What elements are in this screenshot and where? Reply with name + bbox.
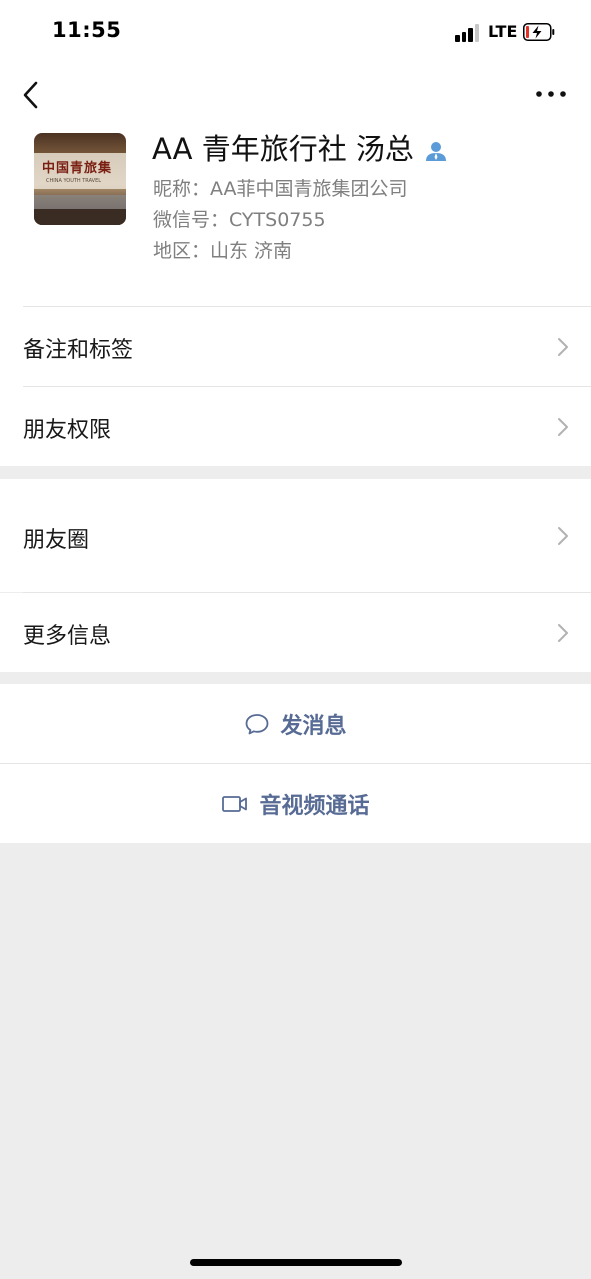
send-message-button[interactable]: 发消息 — [0, 684, 591, 763]
avatar-subcaption: CHINA YOUTH TRAVEL — [46, 178, 102, 184]
cellular-signal-icon — [455, 24, 483, 42]
region: 地区：山东 济南 — [153, 240, 293, 262]
nickname: 昵称：AA菲中国青旅集团公司 — [153, 178, 408, 200]
contact-name: AA 青年旅行社 汤总 — [152, 126, 448, 168]
moments-row[interactable]: 朋友圈 — [0, 479, 591, 592]
home-indicator[interactable] — [190, 1259, 402, 1266]
video-call-label: 音视频通话 — [259, 793, 370, 819]
send-message-label: 发消息 — [280, 713, 347, 739]
more-info-row[interactable]: 更多信息 — [0, 593, 591, 672]
chat-bubble-icon — [246, 713, 269, 734]
chevron-right-icon — [558, 527, 568, 545]
avatar-caption: 中国青旅集 — [42, 161, 113, 176]
back-chevron-icon[interactable] — [18, 80, 46, 110]
status-time: 11:55 — [52, 18, 122, 42]
more-options-icon[interactable] — [533, 84, 569, 104]
video-call-button[interactable]: 音视频通话 — [0, 764, 591, 843]
wechat-id: 微信号：CYTS0755 — [153, 209, 326, 231]
battery-charging-icon — [523, 23, 555, 41]
video-camera-icon — [222, 795, 248, 812]
chevron-right-icon — [558, 418, 568, 436]
avatar[interactable]: 中国青旅集 CHINA YOUTH TRAVEL — [34, 133, 126, 225]
chevron-right-icon — [558, 624, 568, 642]
moments-label: 朋友圈 — [23, 528, 90, 553]
remarks-tags-label: 备注和标签 — [23, 338, 134, 363]
person-badge-icon — [425, 142, 446, 161]
chevron-right-icon — [558, 338, 568, 356]
friend-permissions-label: 朋友权限 — [23, 418, 112, 443]
more-info-label: 更多信息 — [23, 624, 112, 649]
contact-name-text: AA 青年旅行社 汤总 — [152, 132, 414, 166]
network-type: LTE — [488, 22, 518, 41]
remarks-tags-row[interactable]: 备注和标签 — [0, 307, 591, 386]
friend-permissions-row[interactable]: 朋友权限 — [0, 387, 591, 466]
